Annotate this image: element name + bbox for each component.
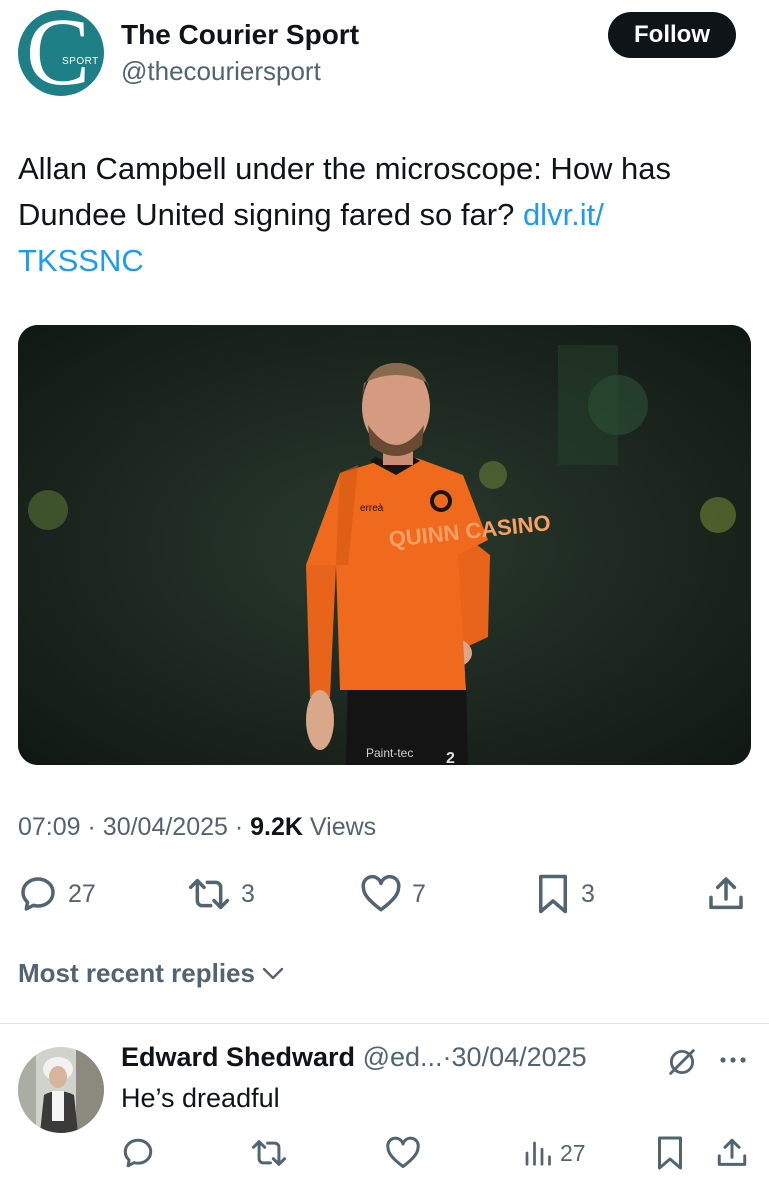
bookmark-icon <box>539 874 567 914</box>
chevron-down-icon <box>262 967 284 979</box>
reply-reply-button[interactable] <box>121 1133 155 1173</box>
like-count: 7 <box>412 879 426 908</box>
repost-button[interactable]: 3 <box>187 872 255 916</box>
shorts-sponsor: Paint-tec <box>366 746 413 760</box>
heart-icon <box>386 1136 420 1168</box>
tweet-meta: 07:09 · 30/04/2025 · 9.2K Views <box>18 813 376 842</box>
reply-author-name[interactable]: Edward Shedward <box>121 1042 355 1072</box>
reply-avatar-photo <box>18 1047 104 1133</box>
reply-share-button[interactable] <box>715 1133 749 1173</box>
more-options-button[interactable] <box>718 1050 748 1075</box>
heart-icon <box>361 874 401 912</box>
repost-icon <box>188 878 230 910</box>
section-divider <box>0 1023 769 1024</box>
meta-separator: · <box>234 813 244 841</box>
share-button[interactable] <box>706 872 746 916</box>
reply-separator: · <box>442 1042 452 1072</box>
reply-sort-label: Most recent replies <box>18 958 255 988</box>
like-button[interactable]: 7 <box>360 872 426 916</box>
meta-separator: · <box>87 813 96 841</box>
bookmark-icon <box>658 1136 682 1170</box>
account-display-name[interactable]: The Courier Sport <box>121 19 359 51</box>
tweet-time: 07:09 <box>18 813 81 841</box>
tweet-text: Allan Campbell under the microscope: How… <box>18 146 748 284</box>
account-handle[interactable]: @thecouriersport <box>121 56 321 87</box>
avatar-logo-letter: C <box>26 10 91 96</box>
views-count: 9.2K <box>250 813 303 841</box>
reply-repost-button[interactable] <box>250 1133 288 1173</box>
reply-avatar[interactable] <box>18 1047 104 1133</box>
reply-button[interactable]: 27 <box>18 872 96 916</box>
reply-bookmark-button[interactable] <box>655 1133 685 1173</box>
avatar-logo-tag: SPORT <box>62 56 99 67</box>
reply-header: Edward Shedward @ed...·30/04/2025 <box>121 1042 587 1073</box>
reply-author-handle[interactable]: @ed... <box>363 1042 443 1072</box>
tweet-date: 30/04/2025 <box>102 813 228 841</box>
football-player-illustration: Paint-tec 2 erreà QUINN CASINO <box>18 325 751 765</box>
reply-like-button[interactable] <box>385 1133 421 1173</box>
views-chart-icon <box>525 1141 551 1166</box>
reply-views-count: 27 <box>560 1139 586 1166</box>
share-icon <box>717 1138 747 1166</box>
views-label[interactable]: Views <box>310 813 376 841</box>
reply-date[interactable]: 30/04/2025 <box>452 1042 587 1072</box>
repost-icon <box>251 1140 287 1166</box>
tweet-media-image[interactable]: Paint-tec 2 erreà QUINN CASINO <box>18 325 751 765</box>
shirt-number: 2 <box>446 750 455 765</box>
reply-icon <box>123 1138 153 1168</box>
bookmark-count: 3 <box>581 879 595 908</box>
account-avatar[interactable]: C SPORT <box>18 10 104 96</box>
grok-button[interactable] <box>665 1045 699 1084</box>
share-icon <box>709 877 743 910</box>
reply-count: 27 <box>68 879 96 908</box>
grok-icon <box>669 1049 695 1075</box>
reply-icon <box>21 877 55 911</box>
repost-count: 3 <box>241 879 255 908</box>
kit-brand: erreà <box>360 503 384 514</box>
bookmark-button[interactable]: 3 <box>535 872 595 916</box>
more-icon <box>720 1057 746 1063</box>
reply-sort-dropdown[interactable]: Most recent replies <box>18 958 285 989</box>
reply-views-button[interactable]: 27 <box>522 1133 586 1173</box>
reply-text: He’s dreadful <box>121 1083 280 1113</box>
follow-button[interactable]: Follow <box>608 12 736 58</box>
